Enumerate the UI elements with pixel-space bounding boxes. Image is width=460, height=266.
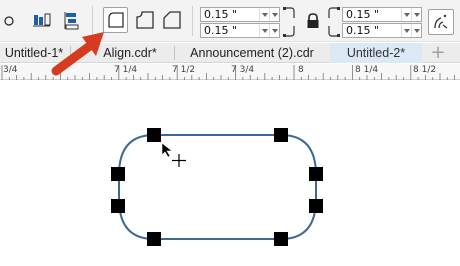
annotation-arrow-icon — [51, 32, 104, 76]
app-window: 0.15 " 0.15 " 0.15 " 0.15 " Untitled-1* … — [0, 0, 460, 266]
